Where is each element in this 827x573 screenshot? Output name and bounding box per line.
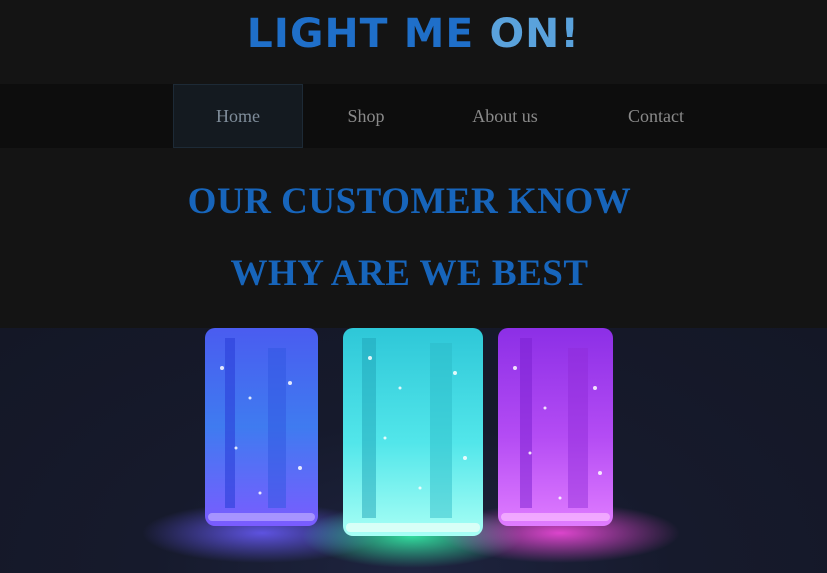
cyan-jar-streak: [430, 343, 452, 518]
blue-jar-streak: [268, 348, 286, 508]
cyan-jar-streak: [362, 338, 376, 518]
cyan-jar-base: [346, 523, 480, 532]
nav-item-label: Contact: [628, 105, 684, 126]
nav-item-about-us[interactable]: About us: [451, 84, 559, 148]
hero-heading-section: OUR CUSTOMER KNOW WHY ARE WE BEST: [0, 148, 827, 328]
purple-jar-streak: [568, 348, 588, 508]
purple-jar: [498, 328, 613, 526]
blue-jar-streak: [225, 338, 235, 508]
purple-jar-base: [501, 513, 610, 521]
hero-image-glowing-jars: [0, 328, 827, 573]
hero-heading-line-1: OUR CUSTOMER KNOW: [187, 181, 632, 222]
nav-item-home[interactable]: Home: [173, 84, 303, 148]
site-logo[interactable]: LIGHT ME ON!: [247, 14, 580, 54]
purple-jar-streak: [520, 338, 532, 508]
site-header: LIGHT ME ON!: [0, 0, 827, 84]
logo-text-main: LIGHT ME: [246, 11, 490, 57]
main-nav: Home Shop About us Contact: [0, 84, 827, 148]
blue-jar: [205, 328, 318, 526]
nav-item-shop[interactable]: Shop: [317, 84, 415, 148]
nav-item-contact[interactable]: Contact: [606, 84, 706, 148]
blue-jar-base: [208, 513, 315, 521]
glowing-jars-illustration: [142, 328, 680, 568]
nav-item-label: Shop: [347, 105, 385, 126]
hero-heading-line-2: WHY ARE WE BEST: [230, 253, 589, 294]
nav-item-label: About us: [472, 105, 538, 126]
logo-text-accent: ON!: [489, 11, 581, 57]
nav-item-label: Home: [216, 105, 260, 126]
